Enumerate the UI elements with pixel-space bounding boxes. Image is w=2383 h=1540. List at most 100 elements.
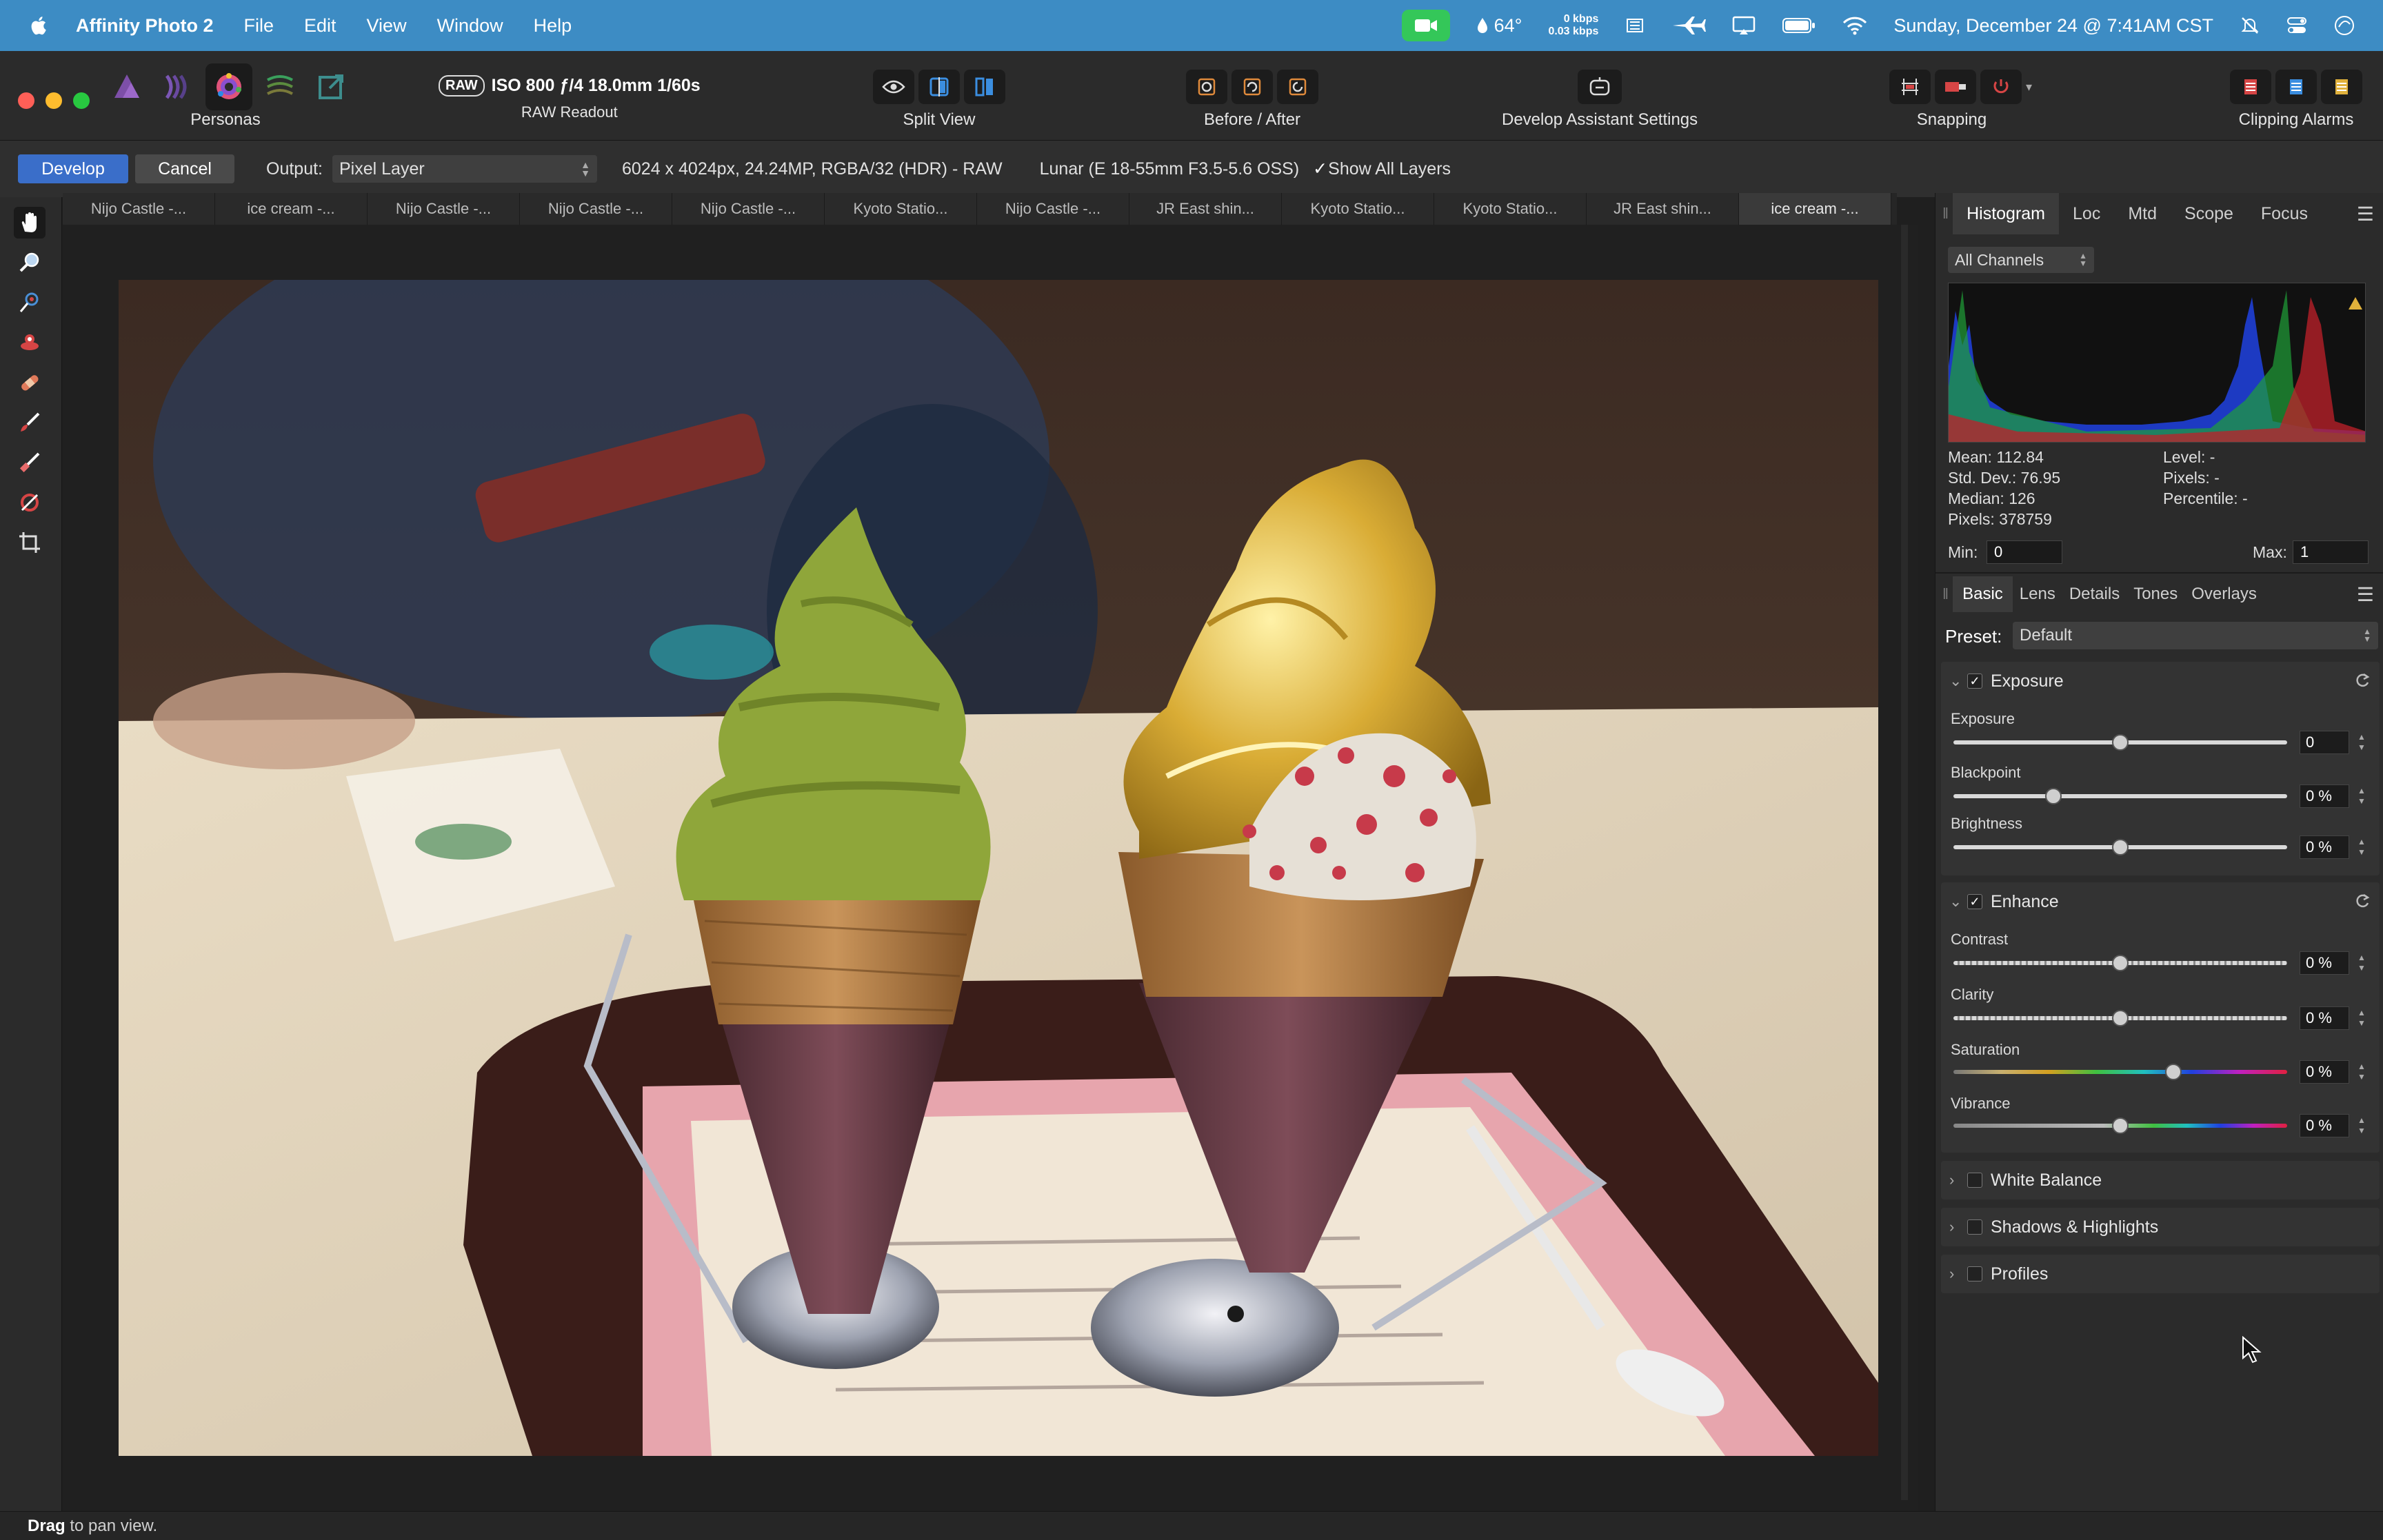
- show-all-layers-checkbox[interactable]: ✓ Show All Layers: [1313, 159, 1451, 179]
- vibrance-value[interactable]: 0 %: [2300, 1114, 2349, 1137]
- snapping-dropdown-chevron-icon[interactable]: ▾: [2026, 80, 2032, 94]
- red-eye-tool[interactable]: [14, 287, 46, 318]
- menu-file[interactable]: File: [243, 15, 274, 37]
- export-persona-button[interactable]: [308, 63, 354, 110]
- clip-tones-button[interactable]: [2321, 70, 2362, 104]
- shadows-highlights-section[interactable]: › Shadows & Highlights: [1941, 1208, 2380, 1246]
- snapping-toggle-button[interactable]: [1935, 70, 1976, 104]
- vibrance-slider-knob[interactable]: [2112, 1117, 2129, 1134]
- develop-assistant-button[interactable]: [1578, 70, 1622, 104]
- develop-button[interactable]: Develop: [18, 154, 128, 183]
- clarity-value[interactable]: 0 %: [2300, 1006, 2349, 1030]
- saturation-stepper[interactable]: ▲ ▼: [2357, 1062, 2369, 1082]
- saturation-slider-knob[interactable]: [2165, 1064, 2182, 1080]
- menu-window[interactable]: Window: [437, 15, 503, 37]
- histogram-graph[interactable]: [1948, 283, 2366, 443]
- max-input[interactable]: 1: [2293, 540, 2369, 564]
- snapping-options-button[interactable]: [1980, 70, 2022, 104]
- wifi-icon[interactable]: [1842, 16, 1867, 35]
- output-select[interactable]: Pixel Layer ▲ ▼: [332, 155, 597, 183]
- control-center-icon[interactable]: [2286, 15, 2307, 36]
- network-speed[interactable]: 0 kbps 0.03 kbps: [1548, 13, 1598, 38]
- reset-icon[interactable]: [2353, 671, 2371, 689]
- exposure-slider-knob[interactable]: [2112, 734, 2129, 751]
- view-tool[interactable]: [14, 207, 46, 239]
- battery-icon[interactable]: [1782, 17, 1816, 34]
- screen-mirroring-icon[interactable]: [1732, 15, 1756, 36]
- split-view-button[interactable]: [918, 70, 960, 104]
- tab-details[interactable]: Details: [2062, 576, 2126, 612]
- vibrance-slider[interactable]: [1953, 1117, 2287, 1134]
- panel-grip-icon[interactable]: ‖: [1942, 585, 1949, 603]
- panel-menu-icon[interactable]: ☰: [2357, 203, 2374, 225]
- datetime[interactable]: Sunday, December 24 @ 7:41AM CST: [1893, 15, 2213, 37]
- brightness-slider-knob[interactable]: [2112, 839, 2129, 855]
- exposure-value[interactable]: 0: [2300, 731, 2349, 754]
- develop-persona-button[interactable]: [205, 63, 252, 110]
- cancel-button[interactable]: Cancel: [135, 154, 234, 183]
- channel-select[interactable]: All Channels ▲ ▼: [1948, 247, 2094, 273]
- reset-icon[interactable]: [2353, 892, 2371, 910]
- apple-icon[interactable]: [28, 14, 51, 37]
- document-tab[interactable]: Kyoto Statio...: [825, 193, 977, 225]
- app-menu[interactable]: Affinity Photo 2: [76, 15, 213, 37]
- photo-canvas[interactable]: [119, 280, 1878, 1456]
- menu-help[interactable]: Help: [534, 15, 572, 37]
- exposure-slider[interactable]: [1953, 734, 2287, 751]
- blackpoint-stepper[interactable]: ▲ ▼: [2357, 786, 2369, 807]
- contrast-value[interactable]: 0 %: [2300, 951, 2349, 975]
- photo-persona-button[interactable]: [103, 63, 150, 110]
- document-tab[interactable]: Nijo Castle -...: [63, 193, 215, 225]
- document-tab[interactable]: Nijo Castle -...: [977, 193, 1129, 225]
- snapping-grid-button[interactable]: [1889, 70, 1931, 104]
- document-tab[interactable]: JR East shin...: [1129, 193, 1282, 225]
- blackpoint-slider-knob[interactable]: [2045, 788, 2062, 804]
- mirror-view-button[interactable]: [964, 70, 1005, 104]
- document-tab[interactable]: Nijo Castle -...: [368, 193, 520, 225]
- clarity-slider-knob[interactable]: [2112, 1010, 2129, 1026]
- tab-overlays[interactable]: Overlays: [2184, 576, 2264, 612]
- siri-icon[interactable]: [2333, 14, 2355, 37]
- contrast-slider[interactable]: [1953, 955, 2287, 971]
- enhance-enable-checkbox[interactable]: ✓: [1967, 894, 1982, 909]
- before-after-button-2[interactable]: [1231, 70, 1273, 104]
- overlay-gradient-tool[interactable]: [14, 487, 46, 518]
- document-tab-active[interactable]: ice cream -...: [1739, 193, 1891, 225]
- enhance-header[interactable]: ⌄ ✓ Enhance: [1941, 882, 2380, 921]
- panel-menu-icon[interactable]: ☰: [2357, 583, 2374, 606]
- document-tab[interactable]: Nijo Castle -...: [520, 193, 672, 225]
- clarity-stepper[interactable]: ▲ ▼: [2357, 1008, 2369, 1029]
- preset-select[interactable]: Default ▲ ▼: [2013, 622, 2378, 649]
- tone-mapping-persona-button[interactable]: [257, 63, 303, 110]
- profiles-enable-checkbox[interactable]: [1967, 1266, 1982, 1281]
- brightness-value[interactable]: 0 %: [2300, 835, 2349, 859]
- shadows-highlights-enable-checkbox[interactable]: [1967, 1219, 1982, 1235]
- menu-edit[interactable]: Edit: [304, 15, 336, 37]
- tab-lens[interactable]: Lens: [2013, 576, 2062, 612]
- contrast-stepper[interactable]: ▲ ▼: [2357, 953, 2369, 973]
- white-balance-enable-checkbox[interactable]: [1967, 1173, 1982, 1188]
- patch-tool[interactable]: [14, 367, 46, 398]
- document-tab[interactable]: Kyoto Statio...: [1434, 193, 1587, 225]
- clip-highlights-button[interactable]: [2275, 70, 2317, 104]
- before-after-button-3[interactable]: [1277, 70, 1318, 104]
- clip-shadows-button[interactable]: [2230, 70, 2271, 104]
- tab-focus[interactable]: Focus: [2247, 193, 2322, 234]
- weather-widget[interactable]: 64°: [1476, 15, 1522, 37]
- document-tab[interactable]: Kyoto Statio...: [1282, 193, 1434, 225]
- memory-icon[interactable]: [1625, 15, 1645, 36]
- canvas-scrollbar[interactable]: [1901, 225, 1908, 1500]
- window-minimize-button[interactable]: [46, 92, 62, 109]
- tab-tones[interactable]: Tones: [2126, 576, 2184, 612]
- saturation-value[interactable]: 0 %: [2300, 1060, 2349, 1084]
- tab-scope[interactable]: Scope: [2171, 193, 2247, 234]
- clarity-slider[interactable]: [1953, 1010, 2287, 1026]
- document-tab[interactable]: ice cream -...: [215, 193, 368, 225]
- blackpoint-slider[interactable]: [1953, 788, 2287, 804]
- tab-histogram[interactable]: Histogram: [1953, 193, 2060, 234]
- saturation-slider[interactable]: [1953, 1064, 2287, 1080]
- camera-in-use-icon[interactable]: [1401, 10, 1450, 41]
- min-input[interactable]: 0: [1987, 540, 2062, 564]
- panel-grip-icon[interactable]: ‖: [1942, 205, 1949, 223]
- contrast-slider-knob[interactable]: [2112, 955, 2129, 971]
